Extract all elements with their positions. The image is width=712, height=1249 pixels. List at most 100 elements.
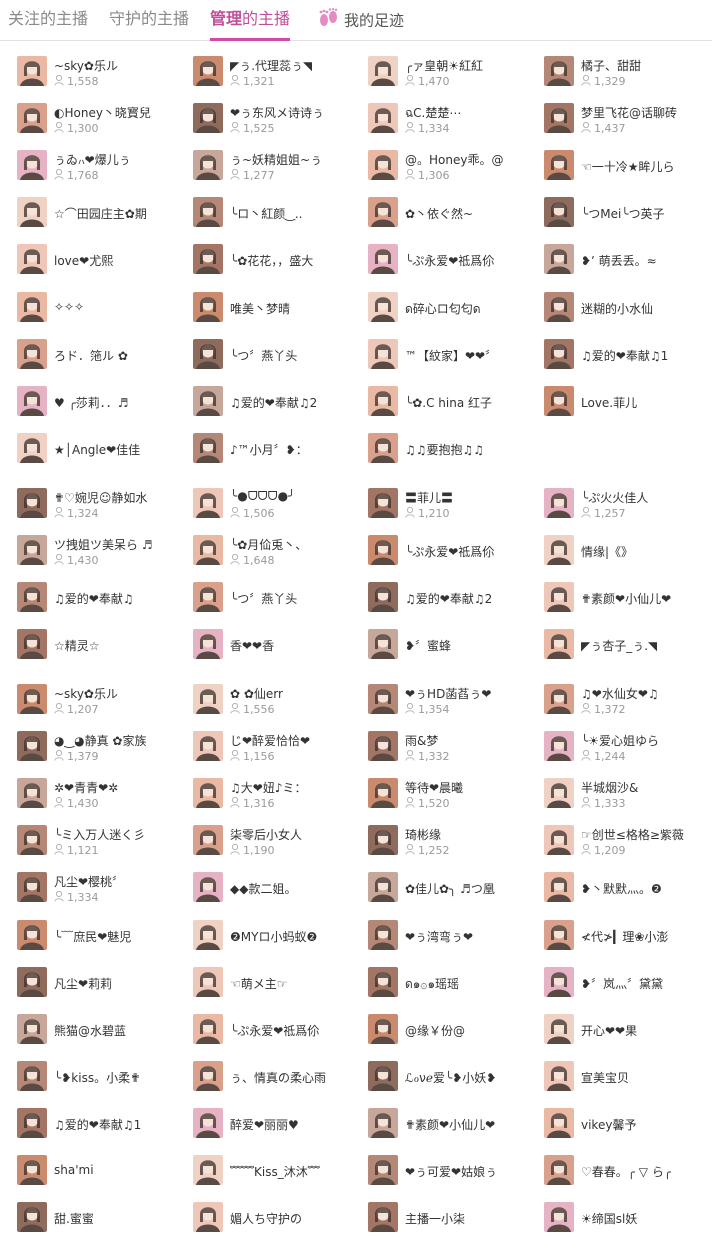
- host-name[interactable]: ❷MYロ小蚂蚁❷: [230, 928, 317, 945]
- host-avatar[interactable]: [368, 778, 398, 809]
- host-card[interactable]: ♫爱的❤奉献♫1: [0, 1105, 170, 1149]
- host-card[interactable]: ☆精灵☆: [0, 626, 170, 670]
- host-card[interactable]: ╰✿.C hina 红子: [351, 383, 521, 427]
- tab-followed-hosts[interactable]: 关注的主播: [8, 8, 88, 36]
- host-name[interactable]: @缘￥份@: [405, 1022, 465, 1039]
- host-avatar[interactable]: [17, 291, 47, 322]
- host-card[interactable]: ™【紋家】❤❤〞: [351, 336, 521, 380]
- host-card[interactable]: ☞创世≤格格≥紫薇 1,209: [527, 822, 697, 866]
- host-name[interactable]: 琦彬缘: [405, 826, 441, 843]
- host-card[interactable]: 开心❤❤果: [527, 1011, 697, 1055]
- host-avatar[interactable]: [193, 291, 223, 322]
- host-name[interactable]: じ❤醉爱恰恰❤: [230, 732, 310, 749]
- host-avatar[interactable]: [544, 1060, 574, 1091]
- host-avatar[interactable]: [368, 825, 398, 856]
- host-name[interactable]: ╰✿.C hina 红子: [405, 394, 492, 411]
- host-name[interactable]: ╰ミ入万人迷く彡: [54, 826, 145, 843]
- host-name[interactable]: ✟素颜❤小仙儿❤: [581, 590, 671, 607]
- host-card[interactable]: ✟素颜❤小仙儿❤: [351, 1105, 521, 1149]
- host-avatar[interactable]: [17, 1013, 47, 1044]
- host-card[interactable]: ╰❥kiss。小柔✟: [0, 1058, 170, 1102]
- host-name[interactable]: ♫爱的❤奉献♫2: [405, 590, 492, 607]
- host-card[interactable]: 等待❤晨曦 1,520: [351, 775, 521, 819]
- host-card[interactable]: 宣美宝贝: [527, 1058, 697, 1102]
- host-name[interactable]: ❤ぅ东风メ诗诗ぅ: [230, 104, 324, 121]
- host-name[interactable]: ✲❤青青❤✲: [54, 779, 118, 796]
- host-card[interactable]: @。Honey乖。@ 1,306: [351, 147, 521, 191]
- host-avatar[interactable]: [193, 1155, 223, 1185]
- host-name[interactable]: 柒零后小女人: [230, 826, 302, 843]
- host-avatar[interactable]: [17, 731, 47, 762]
- host-card[interactable]: ✧✧✧: [0, 289, 170, 333]
- host-card[interactable]: ☜萌メ主☞: [176, 964, 346, 1008]
- host-card[interactable]: 熊猫@水碧蓝: [0, 1011, 170, 1055]
- host-card[interactable]: ◆◆款二姐。: [176, 869, 346, 913]
- host-avatar[interactable]: [368, 535, 398, 566]
- host-card[interactable]: love❤尤熙: [0, 241, 170, 285]
- host-card[interactable]: ♫❤水仙女❤♫ 1,372: [527, 681, 697, 725]
- host-avatar[interactable]: [193, 1202, 223, 1233]
- host-name[interactable]: ☜萌メ主☞: [230, 975, 288, 992]
- host-name[interactable]: love❤尤熙: [54, 252, 113, 269]
- host-avatar[interactable]: [544, 919, 574, 950]
- host-name[interactable]: ✟素颜❤小仙儿❤: [405, 1116, 495, 1133]
- host-avatar[interactable]: [17, 684, 47, 714]
- host-avatar[interactable]: [544, 56, 574, 86]
- host-name[interactable]: @。Honey乖。@: [405, 151, 503, 168]
- host-avatar[interactable]: [544, 1013, 574, 1044]
- host-name[interactable]: ╰✿月佡兎丶、: [230, 536, 307, 553]
- host-avatar[interactable]: [193, 244, 223, 275]
- host-card[interactable]: ✿ ✿仙err 1,556: [176, 681, 346, 725]
- host-name[interactable]: ╰ぷ永爱❤祗爲伱: [405, 543, 494, 560]
- host-card[interactable]: ぅ、情真の柔心雨: [176, 1058, 346, 1102]
- host-avatar[interactable]: [17, 56, 47, 86]
- host-avatar[interactable]: [17, 244, 47, 275]
- host-card[interactable]: 醉爱❤丽丽♥: [176, 1105, 346, 1149]
- host-card[interactable]: ╰つMei╰つ英子: [527, 194, 697, 238]
- host-card[interactable]: ❤ぅ湾弯ぅ❤: [351, 917, 521, 961]
- host-name[interactable]: ♪™小月〞❥：: [230, 441, 308, 458]
- host-name[interactable]: ✿丶依ぐ然~: [405, 205, 473, 222]
- host-avatar[interactable]: [368, 432, 398, 463]
- host-avatar[interactable]: [544, 1107, 574, 1138]
- host-card[interactable]: ╰ロ丶紅颜‿..: [176, 194, 346, 238]
- host-name[interactable]: ฉC.楚楚⋯: [405, 104, 461, 123]
- host-card[interactable]: ♪™小月〞❥：: [176, 430, 346, 474]
- host-name[interactable]: 香❤❤香: [230, 637, 274, 654]
- host-avatar[interactable]: [193, 1060, 223, 1091]
- host-name[interactable]: ╭ァ皇朝☀紅紅: [405, 57, 483, 74]
- host-avatar[interactable]: [544, 535, 574, 566]
- host-avatar[interactable]: [17, 919, 47, 950]
- host-name[interactable]: ╰✿花花，，盛大: [230, 252, 313, 269]
- host-avatar[interactable]: [368, 56, 398, 86]
- host-card[interactable]: ♫爱的❤奉献♫: [0, 579, 170, 623]
- host-name[interactable]: 迷糊的小水仙: [581, 300, 653, 317]
- host-card[interactable]: ✿丶依ぐ然~: [351, 194, 521, 238]
- host-name[interactable]: 雨&梦: [405, 732, 438, 749]
- host-card[interactable]: 琦彬缘 1,252: [351, 822, 521, 866]
- host-avatar[interactable]: [368, 1107, 398, 1138]
- host-card[interactable]: ♫爱的❤奉献♫2: [351, 579, 521, 623]
- host-card[interactable]: 主播一小柒: [351, 1199, 521, 1243]
- host-card[interactable]: ろド．筂ル ✿: [0, 336, 170, 380]
- host-avatar[interactable]: [17, 872, 47, 903]
- host-card[interactable]: ♫爱的❤奉献♫2: [176, 383, 346, 427]
- host-card[interactable]: ❥〞蜜蜂: [351, 626, 521, 670]
- host-name[interactable]: 开心❤❤果: [581, 1022, 637, 1039]
- host-avatar[interactable]: [193, 731, 223, 762]
- host-name[interactable]: ≮代≯▎理❀小澎: [581, 928, 668, 945]
- host-avatar[interactable]: [193, 103, 223, 134]
- host-name[interactable]: ✿ ✿仙err: [230, 685, 283, 702]
- host-card[interactable]: ◤ぅ杏子_ぅ.◥: [527, 626, 697, 670]
- host-card[interactable]: ❥ʼ 萌丢丢。≈: [527, 241, 697, 285]
- host-avatar[interactable]: [17, 1107, 47, 1138]
- host-name[interactable]: 唯美丶梦晴: [230, 300, 290, 317]
- host-name[interactable]: ◤ぅ.代理蕊ぅ◥: [230, 57, 312, 74]
- host-name[interactable]: ❥〞岚灬〞黛黛: [581, 975, 663, 992]
- host-avatar[interactable]: [544, 244, 574, 275]
- tab-managed-hosts[interactable]: 管理的主播: [210, 8, 291, 41]
- host-card[interactable]: ぅゐ៸៶❤爆儿ぅ 1,768: [0, 147, 170, 191]
- host-name[interactable]: ☆精灵☆: [54, 637, 100, 654]
- host-avatar[interactable]: [368, 582, 398, 613]
- host-avatar[interactable]: [17, 1155, 47, 1185]
